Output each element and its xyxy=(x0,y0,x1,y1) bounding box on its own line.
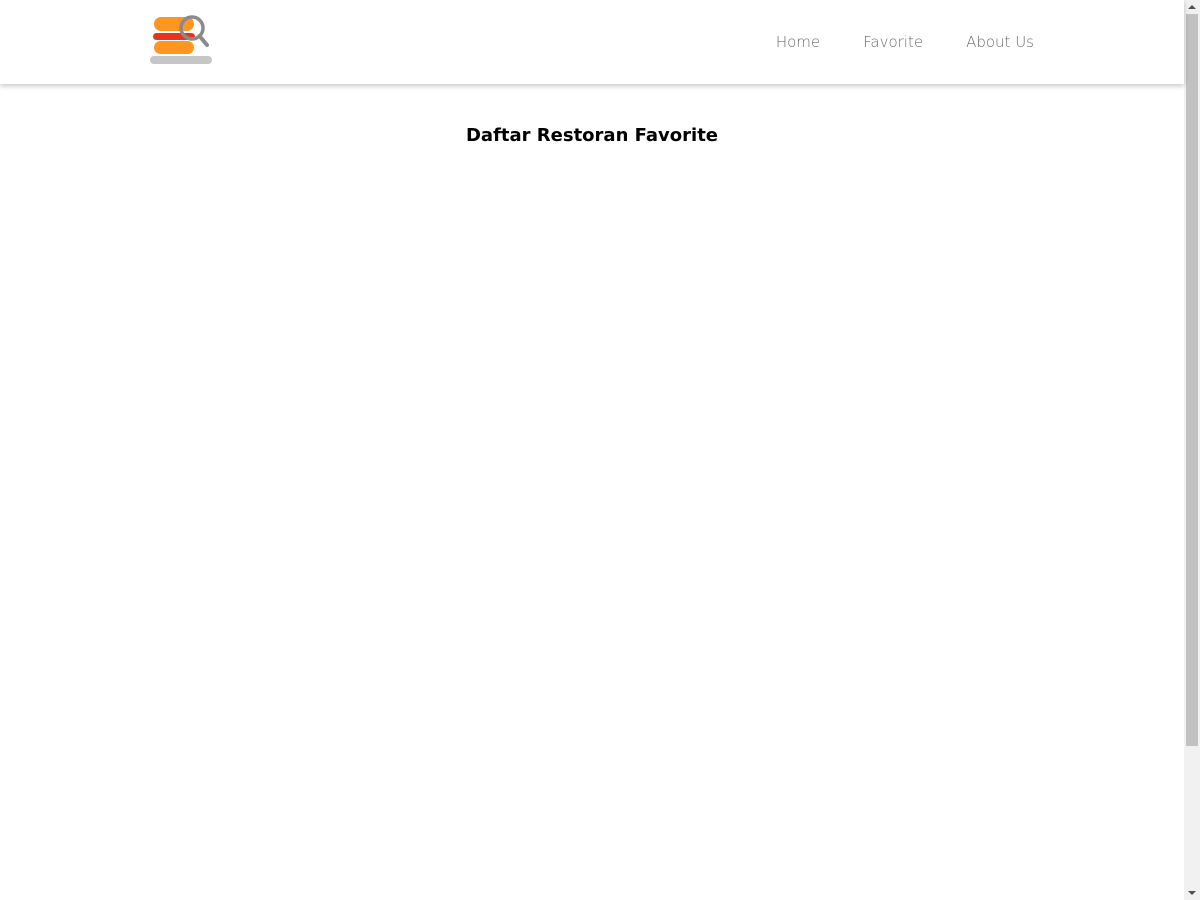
nav-item-about-us: About Us xyxy=(966,27,1034,57)
scroll-down-arrow-icon[interactable] xyxy=(1184,886,1200,900)
nav-link-about-us[interactable]: About Us xyxy=(966,27,1034,57)
scrollbar-thumb[interactable] xyxy=(1186,14,1198,746)
vertical-scrollbar[interactable] xyxy=(1184,0,1200,900)
nav-list: Home Favorite About Us xyxy=(733,0,1034,84)
burger-search-logo-icon[interactable] xyxy=(148,12,214,68)
nav-link-home[interactable]: Home xyxy=(776,27,820,57)
page: Home Favorite About Us Daftar Restoran F… xyxy=(0,0,1184,900)
app-bar: Home Favorite About Us xyxy=(0,0,1184,84)
nav-item-home: Home xyxy=(776,27,820,57)
scroll-up-arrow-icon[interactable] xyxy=(1184,0,1200,14)
main-content: Daftar Restoran Favorite xyxy=(0,84,1184,900)
nav-link-favorite[interactable]: Favorite xyxy=(863,27,923,57)
page-title: Daftar Restoran Favorite xyxy=(465,125,719,146)
nav-item-favorite: Favorite xyxy=(863,27,923,57)
